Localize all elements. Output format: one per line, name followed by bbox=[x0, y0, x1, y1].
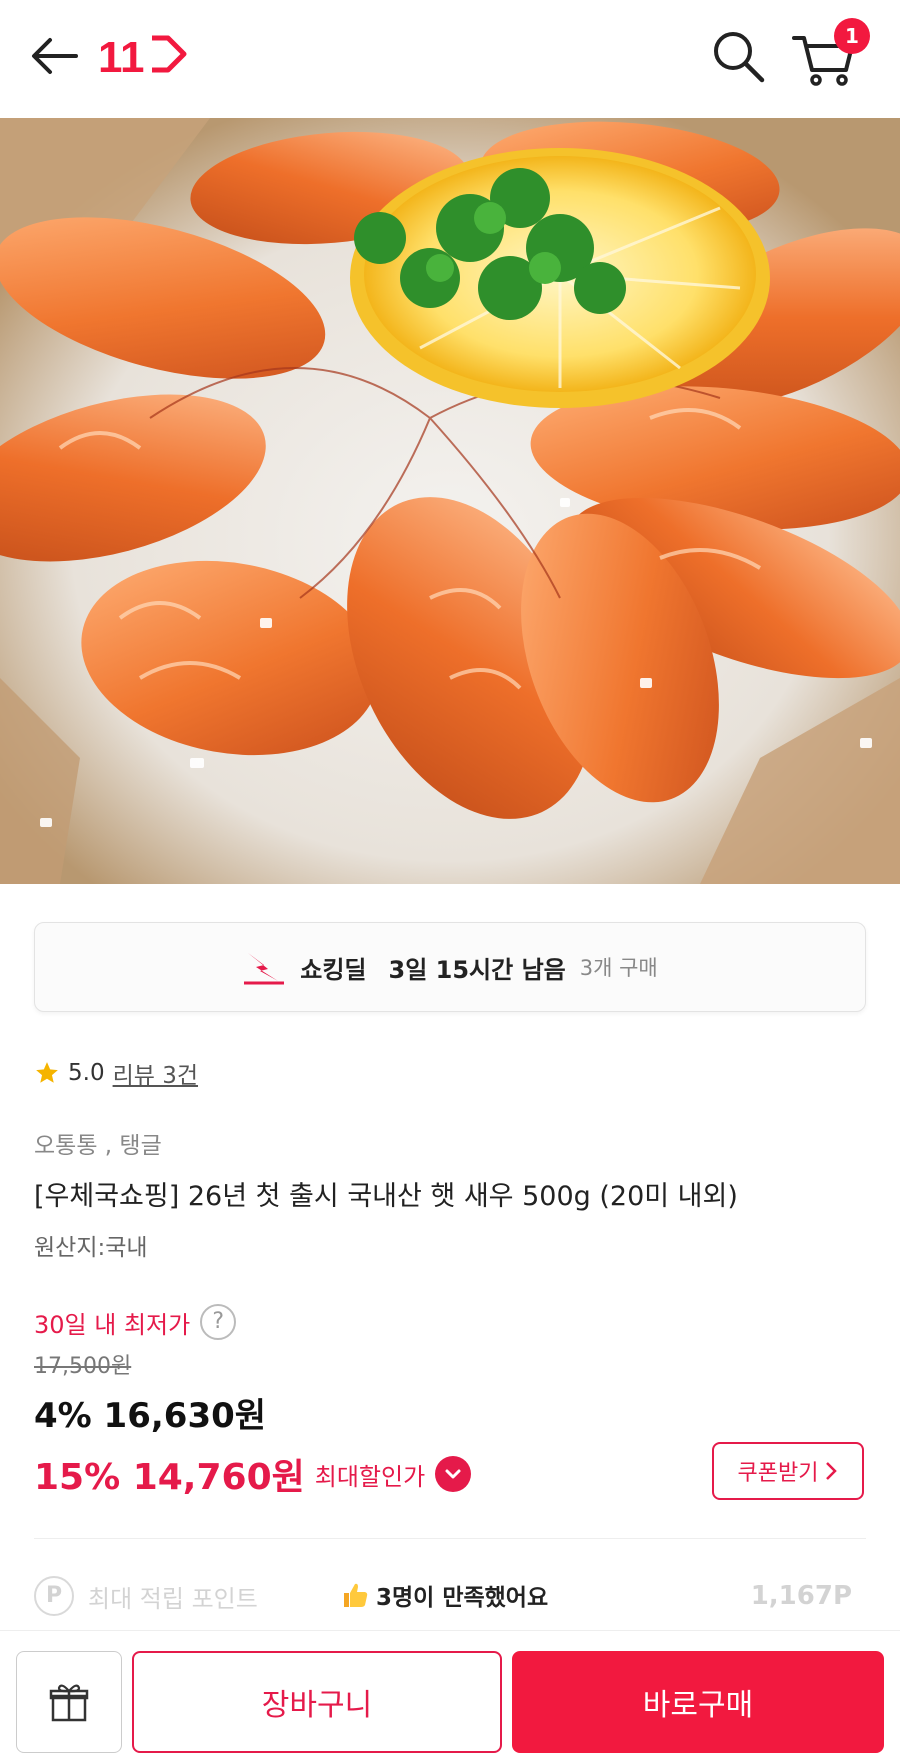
help-icon[interactable]: ? bbox=[200, 1304, 237, 1340]
product-image[interactable] bbox=[0, 118, 900, 884]
top-header: 11 1 bbox=[0, 0, 900, 118]
add-to-cart-button[interactable]: 장바구니 bbox=[132, 1651, 502, 1753]
get-coupon-button[interactable]: 쿠폰받기 bbox=[712, 1442, 864, 1500]
points-value: 1,167P bbox=[750, 1581, 852, 1611]
original-price: 17,500원 bbox=[34, 1354, 132, 1379]
max-discount-label: 최대할인가 bbox=[314, 1462, 426, 1491]
coupon-label: 쿠폰받기 bbox=[737, 1461, 819, 1486]
11st-logo[interactable]: 11 bbox=[98, 30, 188, 82]
search-button[interactable] bbox=[708, 26, 768, 86]
deal-name: 쇼킹딜 bbox=[300, 955, 367, 984]
shocking-deal-bar[interactable]: 쇼킹딜 3일 15시간 남음 3개 구매 bbox=[34, 922, 866, 1012]
back-button[interactable] bbox=[28, 34, 84, 78]
satisfaction-toast: 3명이 만족했어요 bbox=[340, 1578, 548, 1612]
logo-text: 11 bbox=[98, 33, 145, 80]
rating-row: 5.0 리뷰 3건 bbox=[34, 1056, 198, 1090]
search-icon bbox=[714, 32, 765, 83]
product-page: 11 1 쇼킹딜 3일 15시간 남음 3개 구매 5.0 리뷰 3건 오통통 … bbox=[0, 0, 900, 1755]
deal-time-left: 3일 15시간 남음 bbox=[388, 955, 566, 984]
max-discount-row[interactable]: 15% 14,760원 최대할인가 bbox=[34, 1448, 472, 1500]
max-discount-price: 15% 14,760원 bbox=[34, 1457, 305, 1498]
arrow-left-icon bbox=[32, 38, 78, 74]
bottom-action-bar: 장바구니 바로구매 bbox=[0, 1630, 900, 1755]
buy-now-button[interactable]: 바로구매 bbox=[512, 1651, 884, 1753]
rating-score: 5.0 bbox=[68, 1060, 105, 1086]
gift-icon bbox=[49, 1684, 89, 1722]
product-origin: 원산지:국내 bbox=[34, 1235, 148, 1261]
chevron-right-icon bbox=[826, 1462, 838, 1480]
shocking-deal-icon bbox=[244, 953, 285, 985]
satisfaction-text: 3명이 만족했어요 bbox=[376, 1585, 549, 1611]
divider bbox=[34, 1538, 866, 1539]
review-count-link[interactable]: 리뷰 3건 bbox=[113, 1056, 198, 1090]
lowest-price-label-row: 30일 내 최저가 ? bbox=[34, 1304, 237, 1340]
chevron-down-icon[interactable] bbox=[435, 1456, 472, 1492]
deal-purchase-count: 3개 구매 bbox=[579, 956, 658, 980]
star-icon bbox=[36, 1062, 58, 1083]
cart-count-badge: 1 bbox=[834, 18, 870, 54]
points-icon: P bbox=[34, 1576, 74, 1616]
product-brand[interactable]: 오통통 , 탱글 bbox=[34, 1126, 162, 1160]
gift-button[interactable] bbox=[16, 1651, 122, 1753]
lowest-price-label: 30일 내 최저가 bbox=[34, 1310, 191, 1339]
points-label: 최대 적립 포인트 bbox=[88, 1584, 258, 1613]
sale-price: 4% 16,630원 bbox=[34, 1396, 267, 1436]
thumbs-up-icon bbox=[344, 1583, 368, 1607]
shrimp-photo bbox=[0, 118, 900, 884]
product-title: [우체국쇼핑] 26년 첫 출시 국내산 햇 새우 500g (20미 내외) bbox=[34, 1181, 738, 1212]
